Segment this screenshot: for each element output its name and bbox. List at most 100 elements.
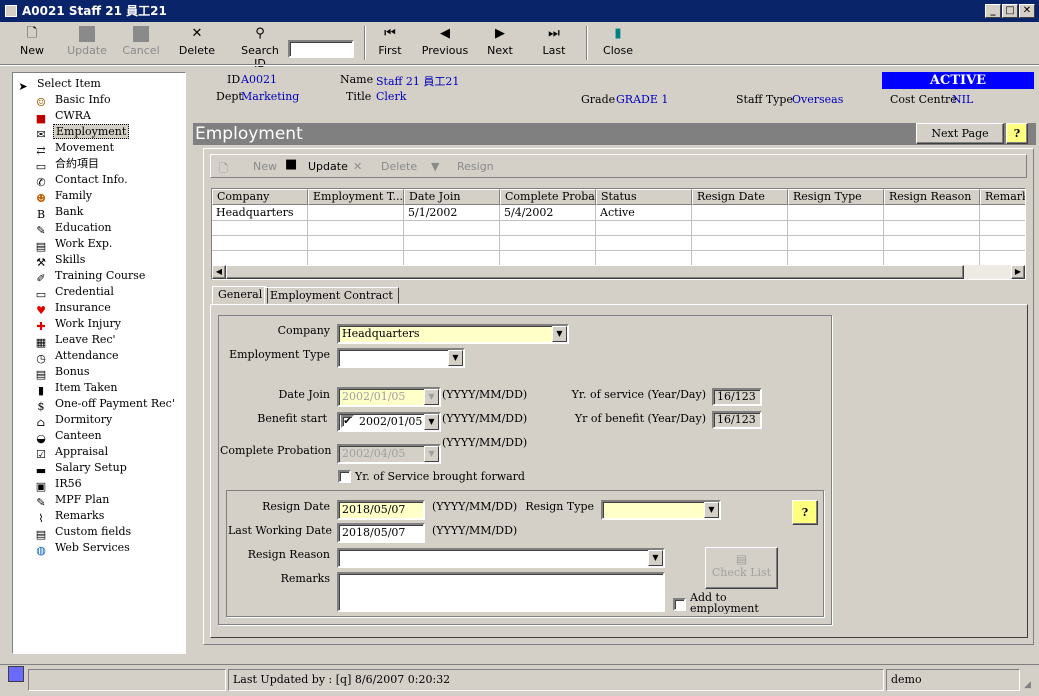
new-record-button[interactable]: New <box>253 160 277 173</box>
search-id-input[interactable] <box>288 40 354 58</box>
tree-item[interactable]: ◍ Web Services <box>33 540 132 557</box>
check-list-button[interactable]: ▤ Check List <box>705 547 778 589</box>
tree-item[interactable]: ▤ Bonus <box>33 364 92 381</box>
delete-button[interactable]: ✕ Delete <box>176 24 218 62</box>
close-button[interactable]: ▮ Close <box>600 24 636 62</box>
toolbar-divider <box>0 64 1039 66</box>
previous-button[interactable]: ◀ Previous <box>420 24 470 62</box>
blacklist-checkbox[interactable] <box>673 598 686 611</box>
update-button[interactable]: Update <box>64 24 110 62</box>
next-page-button[interactable]: Next Page <box>916 123 1004 144</box>
tree-item[interactable]: ◒ Canteen <box>33 428 104 445</box>
tree-item[interactable]: ⌇ Remarks <box>33 508 106 525</box>
table-cell[interactable]: 5/1/2002 <box>404 205 500 221</box>
table-cell[interactable]: 5/4/2002 <box>500 205 596 221</box>
tree-item-label: MPF Plan <box>55 493 110 506</box>
tree-item[interactable]: ♥ Insurance <box>33 300 113 317</box>
table-cell[interactable]: Active <box>596 205 692 221</box>
tree-root[interactable]: ➤ Select Item <box>15 76 103 93</box>
next-record-icon: ▶ <box>495 26 505 41</box>
tree-item[interactable]: ⚒ Skills <box>33 252 87 269</box>
tree-item[interactable]: ✐ Training Course <box>33 268 147 285</box>
update-record-button[interactable]: Update <box>308 160 348 173</box>
last-working-date-label: Last Working Date <box>228 524 332 537</box>
last-working-date-input[interactable]: 2018/05/07 <box>337 523 425 543</box>
column-header[interactable]: Resign Date <box>692 189 788 205</box>
employment-type-label: Employment Type <box>229 348 330 361</box>
tree-item-label: Work Exp. <box>55 237 113 250</box>
table-cell[interactable] <box>692 205 788 221</box>
tree-item[interactable]: ▭ Credential <box>33 284 116 301</box>
scroll-right-icon[interactable]: ▶ <box>1011 265 1025 279</box>
company-select[interactable]: Headquarters ▼ <box>337 324 569 344</box>
tree-item[interactable]: ⌂ Dormitory <box>33 412 114 429</box>
table-cell[interactable] <box>788 205 884 221</box>
column-header[interactable]: Resign Type <box>788 189 884 205</box>
help-button[interactable]: ? <box>1006 123 1028 144</box>
close-window-button[interactable]: ✕ <box>1019 4 1035 18</box>
tree-item[interactable]: ☻ Family <box>33 188 94 205</box>
minimize-button[interactable]: _ <box>985 4 1001 18</box>
resign-help-button[interactable]: ? <box>792 500 818 525</box>
tree-item[interactable]: B Bank <box>33 204 85 221</box>
tab-employment-contract[interactable]: Employment Contract <box>264 287 399 304</box>
tree-item[interactable]: ✎ MPF Plan <box>33 492 111 509</box>
horizontal-scrollbar[interactable]: ◀ ▶ <box>212 265 1025 279</box>
tree-item[interactable]: ▤ Work Exp. <box>33 236 114 253</box>
resign-type-select[interactable]: ▼ <box>601 500 721 520</box>
resign-date-input[interactable]: 2018/05/07 <box>337 500 425 520</box>
navigation-tree[interactable]: ➤ Select Item ☺ Basic Info ■ CWRA ✉ Employment… <box>12 72 186 654</box>
tree-item[interactable]: ▭ 合約項目 <box>33 156 101 173</box>
tree-item[interactable]: ▬ Salary Setup <box>33 460 129 477</box>
tree-item[interactable]: ▤ Custom fields <box>33 524 133 541</box>
tree-item[interactable]: ▣ IR56 <box>33 476 84 493</box>
tree-item[interactable]: $ One-off Payment Rec' <box>33 396 177 413</box>
column-header[interactable]: Status <box>596 189 692 205</box>
column-header[interactable]: Resign Reason <box>884 189 980 205</box>
employment-grid[interactable]: Company Employment T... Date Join Complete … <box>211 188 1026 280</box>
grid-line <box>212 235 1025 236</box>
tree-item[interactable]: ☑ Appraisal <box>33 444 110 461</box>
tree-item[interactable]: ■ CWRA <box>33 108 93 125</box>
table-cell[interactable]: Headquarters <box>212 205 308 221</box>
new-button[interactable]: 🗋 New <box>14 24 50 62</box>
last-button[interactable]: ⏭ Last <box>536 24 572 62</box>
cancel-button[interactable]: Cancel <box>120 24 162 62</box>
maximize-button[interactable]: □ <box>1002 4 1018 18</box>
scroll-thumb[interactable] <box>226 265 964 279</box>
tree-item[interactable]: ◷ Attendance <box>33 348 121 365</box>
yos-forward-checkbox[interactable] <box>338 470 351 483</box>
tab-general[interactable]: General <box>212 286 269 304</box>
delete-record-button[interactable]: Delete <box>381 160 417 173</box>
tree-item[interactable]: ⇄ Movement <box>33 140 116 157</box>
table-cell[interactable] <box>308 205 404 221</box>
column-header[interactable]: Complete Proba... <box>500 189 596 205</box>
tree-item[interactable]: ☺ Basic Info <box>33 92 113 109</box>
benefit-start-input[interactable]: ✔ 2002/01/05 ▼ <box>337 412 441 432</box>
column-header[interactable]: Company <box>212 189 308 205</box>
resize-grip-icon[interactable]: ◢ <box>1024 680 1036 692</box>
column-header[interactable]: Date Join <box>404 189 500 205</box>
tree-item[interactable]: ✉ Employment <box>33 124 130 141</box>
scroll-left-icon[interactable]: ◀ <box>212 265 226 279</box>
column-header[interactable]: Remarks <box>980 189 1025 205</box>
tree-item[interactable]: ▮ Item Taken <box>33 380 120 397</box>
first-button[interactable]: ⏮ First <box>372 24 408 62</box>
table-cell[interactable] <box>884 205 980 221</box>
next-button[interactable]: ▶ Next <box>482 24 518 62</box>
table-cell[interactable] <box>980 205 1025 221</box>
column-header[interactable]: Employment T... <box>308 189 404 205</box>
complete-probation-input[interactable]: 2002/04/05 ▼ <box>337 444 441 464</box>
date-join-input[interactable]: 2002/01/05 ▼ <box>337 387 441 407</box>
resign-reason-select[interactable]: ▼ <box>337 548 665 568</box>
benefit-start-checkbox[interactable]: ✔ <box>341 415 354 428</box>
tree-item[interactable]: ✚ Work Injury <box>33 316 123 333</box>
resign-button[interactable]: Resign <box>457 160 494 173</box>
remarks-textarea[interactable] <box>337 572 665 612</box>
tree-item[interactable]: ✎ Education <box>33 220 114 237</box>
tree-item-label: Bonus <box>55 365 90 378</box>
tree-item[interactable]: ▦ Leave Rec' <box>33 332 118 349</box>
tree-item-label: Web Services <box>55 541 130 554</box>
tree-item[interactable]: ✆ Contact Info. <box>33 172 130 189</box>
employment-type-select[interactable]: ▼ <box>337 348 465 368</box>
